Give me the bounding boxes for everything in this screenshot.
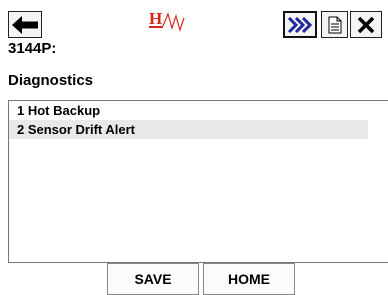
forward-button[interactable]: [283, 11, 317, 38]
svg-text:H: H: [149, 9, 162, 28]
back-button[interactable]: [8, 11, 42, 38]
double-chevron-right-icon: [287, 16, 313, 33]
document-icon: [328, 16, 341, 33]
close-x-icon: [357, 16, 375, 33]
arrow-left-icon: [12, 15, 38, 34]
save-button[interactable]: SAVE: [107, 263, 199, 295]
page-title: Diagnostics: [8, 72, 94, 89]
home-button[interactable]: HOME: [203, 263, 295, 295]
close-button[interactable]: [350, 11, 382, 38]
menu-list: 1 Hot Backup 2 Sensor Drift Alert: [8, 100, 388, 263]
device-tag: 3144P:: [8, 40, 57, 57]
menu-item-sensor-drift-alert[interactable]: 2 Sensor Drift Alert: [9, 120, 368, 139]
document-button[interactable]: [321, 11, 348, 38]
hart-logo: H: [149, 9, 185, 33]
menu-item-hot-backup[interactable]: 1 Hot Backup: [9, 101, 368, 120]
